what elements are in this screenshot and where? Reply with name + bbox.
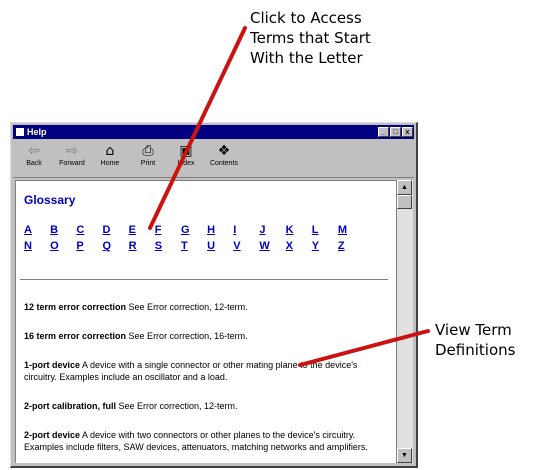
index-button[interactable]: ▣ Index: [171, 141, 201, 168]
back-arrow-icon: ⇦: [28, 143, 40, 159]
letter-link[interactable]: S: [155, 240, 181, 256]
letter-link[interactable]: D: [102, 224, 128, 240]
minimize-button[interactable]: _: [378, 127, 389, 137]
letter-link[interactable]: G: [181, 224, 207, 240]
glossary-term[interactable]: 16 term error correction: [24, 331, 126, 341]
forward-arrow-icon: ⇨: [66, 143, 78, 159]
glossary-term[interactable]: 2-port calibration, full: [24, 401, 116, 411]
annotation-letters: Click to Access Terms that Start With th…: [250, 9, 371, 67]
forward-label: Forward: [59, 160, 85, 167]
back-label: Back: [26, 160, 42, 167]
glossary-entry: 16 term error correction See Error corre…: [24, 330, 374, 342]
index-icon: ▣: [179, 143, 193, 159]
letter-link[interactable]: K: [286, 224, 312, 240]
letter-link[interactable]: X: [286, 240, 312, 256]
glossary-term[interactable]: 1-port device: [24, 360, 80, 370]
letter-row-1: A B C D E F G H I J K L M: [24, 224, 364, 240]
glossary-entry: 1-port device A device with a single con…: [24, 359, 374, 383]
index-label: Index: [177, 160, 195, 167]
letter-link[interactable]: C: [76, 224, 102, 240]
glossary-entry: 2-port calibration, full See Error corre…: [24, 400, 374, 412]
glossary-term[interactable]: 12 term error correction: [24, 302, 126, 312]
help-window: Help _ □ x ⇦ Back ⇨ Forward ⌂ Home ⎙ Pri…: [10, 122, 418, 468]
glossary-heading: Glossary: [24, 193, 76, 207]
home-label: Home: [100, 160, 120, 167]
contents-label: Contents: [209, 160, 239, 167]
letter-link[interactable]: N: [24, 240, 50, 256]
forward-button[interactable]: ⇨ Forward: [57, 141, 87, 168]
annotation-definitions: View Term Definitions: [435, 321, 516, 359]
vertical-scrollbar[interactable]: ▲ ▼: [396, 180, 413, 463]
scroll-up-button[interactable]: ▲: [397, 180, 412, 195]
letter-link[interactable]: Q: [102, 240, 128, 256]
letter-link[interactable]: E: [129, 224, 155, 240]
glossary-entry: 2-port device A device with two connecto…: [24, 429, 374, 453]
maximize-button[interactable]: □: [390, 127, 401, 137]
glossary-entry: 12 term error correction See Error corre…: [24, 301, 374, 313]
scroll-thumb[interactable]: [397, 195, 412, 209]
glossary-definition: See Error correction, 16-term.: [126, 331, 248, 341]
letter-link[interactable]: A: [24, 224, 50, 240]
letter-link[interactable]: P: [76, 240, 102, 256]
letter-link[interactable]: L: [312, 224, 338, 240]
letter-link[interactable]: U: [207, 240, 233, 256]
glossary-content: Glossary A B C D E F G H I J K L M N O P: [15, 180, 396, 463]
home-icon: ⌂: [105, 143, 115, 159]
letter-link[interactable]: H: [207, 224, 233, 240]
title-bar[interactable]: Help _ □ x: [13, 125, 414, 139]
letter-link[interactable]: R: [129, 240, 155, 256]
letter-link[interactable]: W: [259, 240, 285, 256]
letter-row-2: N O P Q R S T U V W X Y Z: [24, 240, 364, 256]
glossary-term[interactable]: 2-port device: [24, 430, 80, 440]
print-icon: ⎙: [142, 143, 154, 159]
home-button[interactable]: ⌂ Home: [95, 141, 125, 168]
glossary-definition: See Error correction, 12-term.: [126, 302, 248, 312]
back-button[interactable]: ⇦ Back: [19, 141, 49, 168]
letter-link[interactable]: V: [233, 240, 259, 256]
print-label: Print: [140, 160, 156, 167]
letter-link[interactable]: B: [50, 224, 76, 240]
print-button[interactable]: ⎙ Print: [133, 141, 163, 168]
letter-link[interactable]: M: [338, 224, 364, 240]
letter-link[interactable]: O: [50, 240, 76, 256]
scroll-down-button[interactable]: ▼: [397, 448, 412, 463]
letter-link[interactable]: T: [181, 240, 207, 256]
letter-link[interactable]: I: [233, 224, 259, 240]
divider: [20, 279, 388, 281]
letter-link[interactable]: F: [155, 224, 181, 240]
letter-link[interactable]: Y: [312, 240, 338, 256]
contents-icon: ❖: [217, 143, 231, 159]
help-app-icon: [16, 128, 24, 136]
window-title: Help: [27, 127, 47, 137]
contents-button[interactable]: ❖ Contents: [209, 141, 239, 168]
letter-link[interactable]: J: [259, 224, 285, 240]
glossary-entries: 12 term error correction See Error corre…: [24, 301, 374, 463]
letter-link[interactable]: Z: [338, 240, 364, 256]
glossary-definition: See Error correction, 12-term.: [116, 401, 238, 411]
toolbar: ⇦ Back ⇨ Forward ⌂ Home ⎙ Print ▣ Index …: [13, 141, 414, 178]
close-button[interactable]: x: [402, 127, 413, 137]
letter-index: A B C D E F G H I J K L M N O P Q R S T …: [24, 224, 364, 256]
